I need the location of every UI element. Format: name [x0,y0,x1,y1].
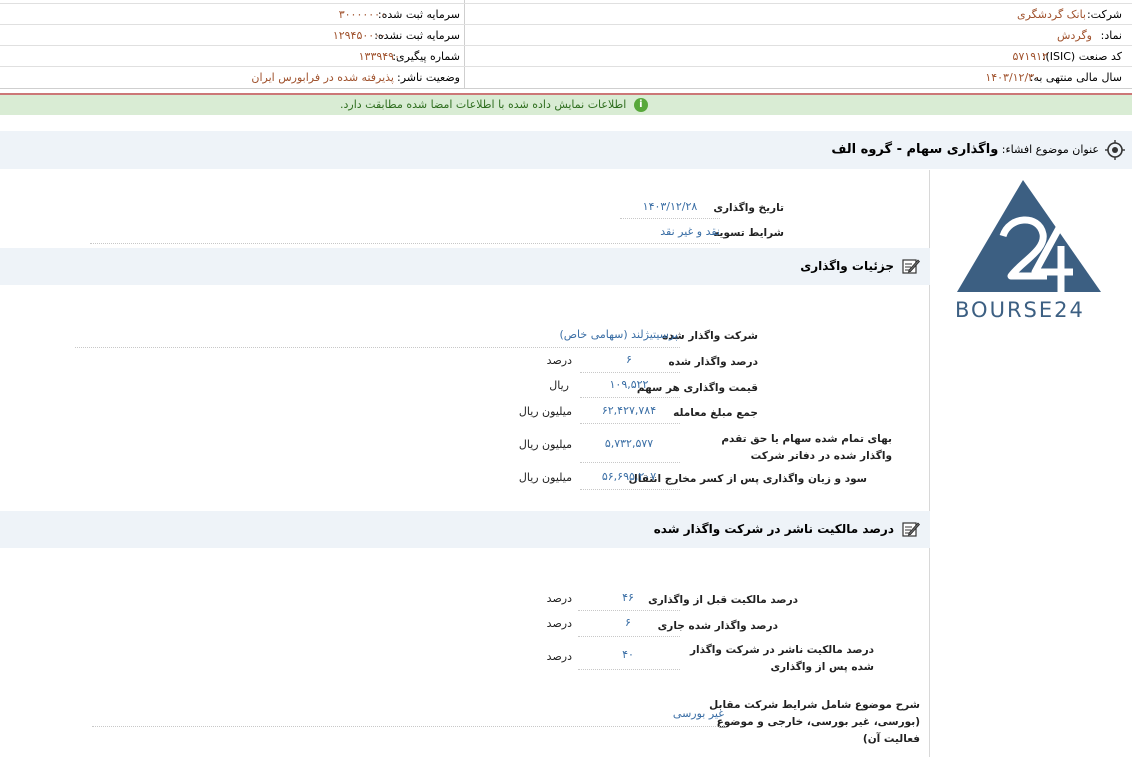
detail-label: بهای تمام شده سهام یا حق تقدم واگذار شده… [721,433,892,462]
detail-label: درصد واگذار شده [668,356,759,368]
ownership-label: درصد مالکیت ناشر در شرکت واگذار شده پس ا… [689,644,874,673]
detail-value: ۶ [626,353,632,366]
tracking-label: شماره پیگیری: [392,50,460,63]
detail-value: ۶۲,۴۲۷,۷۸۴ [601,404,657,417]
row-separator [90,243,720,244]
details-section-header: جزئیات واگذاری [0,248,930,285]
row-separator [578,636,680,637]
description-value: غیر بورسی [672,707,724,720]
detail-unit: میلیون ریال [518,471,572,484]
signature-match-notice: i اطلاعات نمایش داده شده با اطلاعات امضا… [0,93,1132,115]
subject-label: عنوان موضوع افشاء: [1001,143,1099,156]
info-row-fiscal: سال مالی منتهی به: ۱۴۰۳/۱۲/۳۰ وضعیت ناشر… [0,66,1132,88]
notice-text: اطلاعات نمایش داده شده با اطلاعات امضا ش… [340,98,627,111]
detail-unit: ریال [549,379,569,392]
notice-content: i اطلاعات نمایش داده شده با اطلاعات امضا… [340,95,648,115]
row-separator [580,397,680,398]
edit-icon [902,522,920,537]
row-separator [620,218,720,219]
ownership-unit: درصد [546,592,572,605]
ownership-value: ۶ [625,616,631,629]
info-icon: i [633,98,648,112]
subject-title-bar: عنوان موضوع افشاء: واگذاری سهام - گروه ا… [0,131,1132,169]
ownership-unit: درصد [546,617,572,630]
row-separator [580,462,680,463]
detail-value: پرسیتیژلند (سهامی خاص) [559,328,678,341]
settlement-label: شرایط تسویه [713,227,784,239]
isic-value: ۵۷۱۹۱۲ [1012,50,1048,63]
fiscal-value: ۱۴۰۳/۱۲/۳۰ [985,71,1040,84]
subject-heading: عنوان موضوع افشاء: واگذاری سهام - گروه ا… [831,131,1099,169]
info-row-company: شرکت: بانک گردشگری سرمایه ثبت شده: ۳۰۰۰۰… [0,3,1132,25]
detail-value: ۵۶,۶۹۵,۲۰۷ [601,470,657,483]
detail-value: ۱۰۹,۵۲۲ [609,378,649,391]
settlement-value: نقد و غیر نقد [660,225,720,238]
capital-registered-value: ۳۰۰۰۰۰۰۰ [338,8,386,21]
detail-value: ۵,۷۳۲,۵۷۷ [604,437,654,450]
ownership-section-header: درصد مالکیت ناشر در شرکت واگذار شده [0,511,930,548]
edit-icon [902,259,920,274]
detail-unit: درصد [546,354,572,367]
row-separator [92,726,726,727]
symbol-label: نماد: [1100,29,1122,42]
date-value: ۱۴۰۳/۱۲/۲۸ [642,200,698,213]
company-info-table: شرکت: بانک گردشگری سرمایه ثبت شده: ۳۰۰۰۰… [0,0,1132,89]
row-separator [580,423,680,424]
company-label: شرکت: [1086,8,1122,21]
capital-unregistered-value: ۱۲۹۴۵۰۰۰۰ [332,29,386,42]
info-row-isic: کد صنعت (ISIC): ۵۷۱۹۱۲ شماره پیگیری: ۱۳۳… [0,45,1132,67]
row-separator [580,489,680,490]
company-value: بانک گردشگری [1017,8,1086,21]
info-row-symbol: نماد: وگردش سرمایه ثبت نشده: ۱۲۹۴۵۰۰۰۰ [0,24,1132,46]
row-separator [578,669,680,670]
isic-label: کد صنعت (ISIC): [1041,50,1122,63]
status-label: وضعیت ناشر: [397,71,460,84]
subject-value: واگذاری سهام - گروه الف [831,142,999,157]
symbol-value: وگردش [1057,29,1092,42]
ownership-value: ۴۶ [622,591,634,604]
capital-unregistered-label: سرمایه ثبت نشده: [374,29,460,42]
detail-unit: میلیون ریال [518,405,572,418]
status-value: پذیرفته شده در فرابورس ایران [251,71,394,84]
ownership-unit: درصد [546,650,572,663]
detail-unit: میلیون ریال [518,438,572,451]
ownership-value: ۴۰ [622,648,634,661]
description-label: شرح موضوع شامل شرایط شرکت مقابل (بورسی، … [709,699,920,745]
logo-text: BOURSE24 [955,298,1085,322]
detail-label: جمع مبلغ معامله [673,407,758,419]
row-separator [580,372,680,373]
ownership-title: درصد مالکیت ناشر در شرکت واگذار شده [653,522,894,536]
capital-registered-label: سرمایه ثبت شده: [377,8,460,21]
row-separator [578,610,680,611]
row-separator [75,347,680,348]
details-title: جزئیات واگذاری [800,259,894,273]
target-icon [1105,140,1125,160]
tracking-value: ۱۳۳۹۴۹۰ [358,50,400,63]
fiscal-label: سال مالی منتهی به: [1029,71,1122,84]
date-label: تاریخ واگذاری [713,202,784,214]
